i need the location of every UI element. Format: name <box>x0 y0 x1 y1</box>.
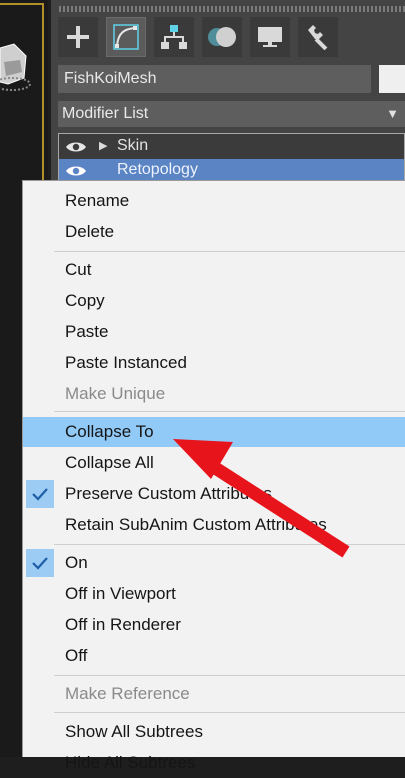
menu-item-collapse-all[interactable]: Collapse All <box>23 448 405 478</box>
menu-item-rename[interactable]: Rename <box>23 186 405 216</box>
hierarchy-icon <box>161 25 187 49</box>
eye-icon[interactable] <box>65 164 87 178</box>
stack-item-label: Retopology <box>117 161 198 178</box>
tab-utilities[interactable] <box>298 17 338 57</box>
tab-modify[interactable] <box>106 17 146 57</box>
display-monitor-icon <box>258 27 282 47</box>
menu-separator <box>54 675 405 676</box>
command-panel-tabs <box>58 17 346 57</box>
object-color-swatch[interactable] <box>379 65 405 93</box>
checkmark-icon <box>26 480 54 508</box>
menu-item-paste[interactable]: Paste <box>23 317 405 347</box>
menu-item-off[interactable]: Off <box>23 641 405 671</box>
expand-arrow-icon[interactable]: ▶ <box>99 139 107 152</box>
stack-item-label: Skin <box>117 137 149 154</box>
menu-item-retain-subanim-custom-attributes[interactable]: Retain SubAnim Custom Attributes <box>23 510 405 540</box>
menu-item-make-reference: Make Reference <box>65 684 190 703</box>
menu-separator <box>54 251 405 252</box>
menu-item-off-in-renderer[interactable]: Off in Renderer <box>23 610 405 640</box>
object-name-field[interactable]: FishKoiMesh <box>58 65 371 93</box>
tab-motion[interactable] <box>202 17 242 57</box>
modifier-list-label: Modifier List <box>62 105 149 122</box>
menu-separator <box>54 544 405 545</box>
tab-display[interactable] <box>250 17 290 57</box>
panel-grip[interactable] <box>59 6 405 12</box>
tab-create[interactable] <box>58 17 98 57</box>
menu-item-cut[interactable]: Cut <box>23 255 405 285</box>
menu-item-paste-instanced[interactable]: Paste Instanced <box>23 348 405 378</box>
menu-item-on[interactable]: On <box>23 548 405 578</box>
menu-separator <box>54 411 405 412</box>
menu-item-make-unique: Make Unique <box>65 384 166 403</box>
menu-item-collapse-to[interactable]: Collapse To <box>23 417 405 447</box>
menu-item-show-all-subtrees[interactable]: Show All Subtrees <box>23 717 405 747</box>
modifier-context-menu: Rename Delete Cut Copy Paste Paste Insta… <box>22 180 405 772</box>
menu-item-delete[interactable]: Delete <box>23 217 405 247</box>
tab-hierarchy[interactable] <box>154 17 194 57</box>
modify-curve-icon <box>113 24 139 50</box>
menu-item-hide-all-subtrees[interactable]: Hide All Subtrees <box>23 748 405 778</box>
modifier-stack: ▶ Skin Retopology <box>58 133 405 183</box>
stack-item-skin[interactable]: ▶ Skin <box>59 135 404 159</box>
menu-separator <box>54 712 405 713</box>
plus-icon <box>67 26 89 48</box>
viewport-mesh-object <box>0 43 31 91</box>
eye-icon[interactable] <box>65 140 87 154</box>
menu-item-off-in-viewport[interactable]: Off in Viewport <box>23 579 405 609</box>
menu-item-preserve-custom-attributes[interactable]: Preserve Custom Attributes <box>23 479 405 509</box>
wrench-icon <box>308 25 328 50</box>
menu-item-copy[interactable]: Copy <box>23 286 405 316</box>
dropdown-arrow-icon: ▼ <box>386 106 399 121</box>
motion-icon <box>208 27 236 47</box>
modifier-list-dropdown[interactable]: Modifier List ▼ <box>58 101 405 127</box>
checkmark-icon <box>26 549 54 577</box>
